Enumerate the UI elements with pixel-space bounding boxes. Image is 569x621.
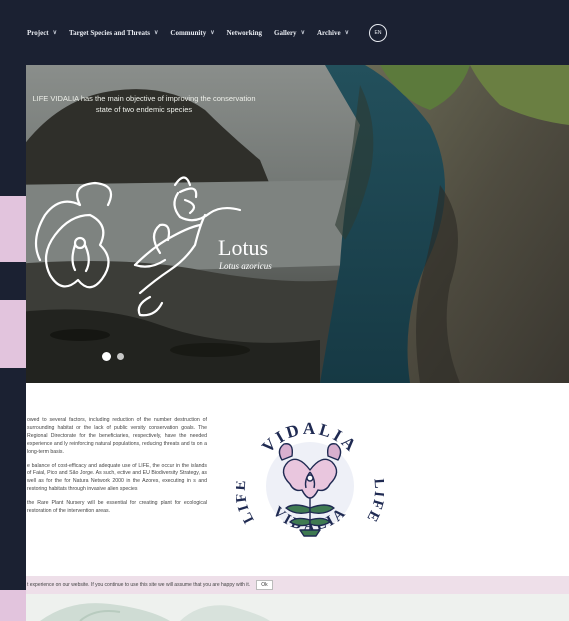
svg-text:LIFE: LIFE — [362, 478, 384, 526]
project-description: owed to several factors, including reduc… — [27, 417, 207, 522]
side-tab[interactable] — [0, 300, 26, 368]
logo-text-left: LIFE — [236, 478, 256, 526]
nav-item-label: Project — [27, 28, 49, 37]
nav-item-label: Target Species and Threats — [69, 28, 151, 37]
cookie-ok-button[interactable]: Ok — [256, 580, 273, 590]
logo-text-right: LIFE — [362, 478, 384, 526]
nav-item-label: Gallery — [274, 28, 297, 37]
top-navbar: Project ∨ Target Species and Threats ∨ Com… — [0, 0, 569, 65]
nav-item-project[interactable]: Project ∨ — [27, 29, 57, 37]
nav-item-label: Community — [170, 28, 207, 37]
cookie-message: t experience on our website. If you cont… — [27, 582, 251, 588]
description-paragraph: e balance of cost-efficacy and adequate … — [27, 462, 207, 493]
svg-text:LIFE: LIFE — [236, 478, 258, 526]
description-paragraph: owed to several factors, including reduc… — [27, 417, 207, 455]
chevron-down-icon: ∨ — [210, 30, 215, 36]
description-paragraph: the Rare Plant Nursery will be essential… — [27, 500, 207, 515]
chevron-down-icon: ∨ — [154, 30, 159, 36]
nav-item-label: Archive — [316, 28, 341, 37]
chevron-down-icon: ∨ — [300, 30, 305, 36]
chevron-down-icon: ∨ — [52, 30, 58, 36]
nav-item-label: Networking — [226, 28, 262, 37]
nav-item-gallery[interactable]: Gallery ∨ — [274, 29, 305, 37]
side-tab[interactable] — [0, 196, 26, 262]
species-scientific-name: Lotus azoricus — [219, 261, 272, 271]
hero-intro-text: LIFE VIDALIA has the main objective of i… — [32, 94, 256, 114]
side-tab[interactable] — [0, 590, 26, 621]
species-title: Lotus — [218, 235, 269, 260]
nav-item-target-species[interactable]: Target Species and Threats ∨ — [69, 29, 158, 37]
chevron-down-icon: ∨ — [344, 30, 349, 36]
footer-map-background — [0, 594, 569, 621]
cookie-notice-bar: t experience on our website. If you cont… — [0, 576, 569, 594]
nav-item-community[interactable]: Community ∨ — [170, 29, 214, 37]
nav-item-networking[interactable]: Networking — [227, 29, 262, 37]
life-vidalia-logo: VIDALIA VIDALIA LIFE LIFE — [236, 419, 384, 537]
slider-dot[interactable] — [117, 353, 124, 360]
language-switch-button[interactable]: EN — [368, 23, 387, 42]
nav-item-archive[interactable]: Archive ∨ — [317, 29, 349, 37]
slider-dot-active[interactable] — [102, 352, 111, 361]
hero-slider: LIFE VIDALIA has the main objective of i… — [0, 65, 569, 383]
